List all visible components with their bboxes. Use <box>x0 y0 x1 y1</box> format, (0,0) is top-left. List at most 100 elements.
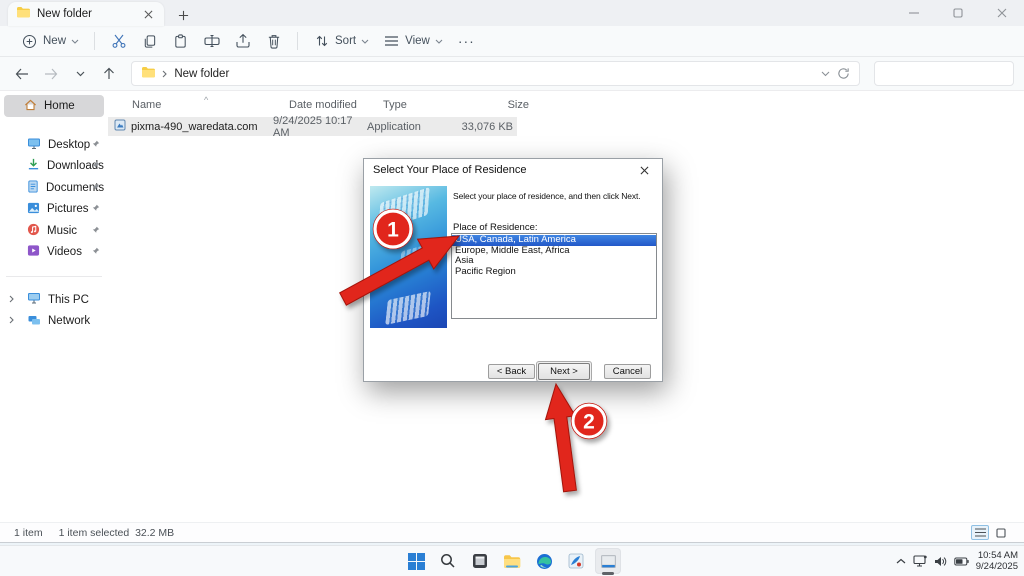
column-header-type[interactable]: Type <box>383 99 473 111</box>
dialog-title-bar[interactable]: Select Your Place of Residence <box>364 159 662 181</box>
details-view-icon[interactable] <box>971 525 989 540</box>
new-button-label: New <box>43 35 66 47</box>
taskbar: 10:54 AM 9/24/2025 <box>0 545 1024 576</box>
breadcrumb-chevron-icon <box>162 65 167 83</box>
share-icon <box>234 33 251 50</box>
sidebar-item-label: This PC <box>48 294 89 306</box>
network-icon <box>27 314 41 329</box>
pin-icon <box>92 246 100 258</box>
next-button[interactable]: Next > <box>538 363 590 380</box>
view-button[interactable]: View <box>376 29 450 54</box>
chevron-right-icon[interactable] <box>9 294 14 306</box>
sidebar-item-pictures[interactable]: Pictures <box>0 199 108 221</box>
sidebar-item-label: Pictures <box>47 203 89 215</box>
volume-icon[interactable] <box>934 556 947 567</box>
tab-close-icon[interactable] <box>140 6 156 22</box>
scissors-icon <box>110 33 127 50</box>
plus-circle-icon <box>21 33 38 50</box>
battery-icon[interactable] <box>954 557 969 566</box>
taskbar-search-icon[interactable] <box>435 548 461 574</box>
minimize-icon[interactable] <box>892 0 936 26</box>
breadcrumb[interactable]: New folder <box>174 68 814 80</box>
clock-date: 9/24/2025 <box>976 561 1018 572</box>
large-icons-view-icon[interactable] <box>992 525 1010 540</box>
table-row[interactable]: pixma-490_waredata.com 9/24/2025 10:17 A… <box>108 117 517 136</box>
network-tray-icon[interactable] <box>913 555 927 567</box>
rename-button[interactable] <box>196 29 227 54</box>
sidebar-item-videos[interactable]: Videos <box>0 242 108 264</box>
view-button-label: View <box>405 35 430 47</box>
sidebar-item-documents[interactable]: Documents <box>0 177 108 199</box>
taskbar-center-icons <box>403 548 621 574</box>
sidebar-item-this-pc[interactable]: This PC <box>0 289 108 311</box>
residence-listbox[interactable]: USA, Canada, Latin America Europe, Middl… <box>451 233 657 319</box>
copy-button[interactable] <box>134 29 165 54</box>
home-icon <box>24 99 37 114</box>
taskbar-clock[interactable]: 10:54 AM 9/24/2025 <box>976 550 1018 572</box>
sidebar-item-desktop[interactable]: Desktop <box>0 134 108 156</box>
list-item[interactable]: USA, Canada, Latin America <box>452 235 656 246</box>
system-tray: 10:54 AM 9/24/2025 <box>896 550 1018 572</box>
sidebar-pinned-list: Desktop Downloads Documents Pictures <box>0 134 108 263</box>
documents-icon <box>27 180 39 196</box>
taskbar-file-explorer-icon[interactable] <box>499 548 525 574</box>
forward-icon[interactable] <box>39 61 64 87</box>
sidebar-item-downloads[interactable]: Downloads <box>0 156 108 178</box>
windows-start-icon[interactable] <box>403 548 429 574</box>
sidebar-item-label: Music <box>47 225 77 237</box>
sidebar-item-label: Network <box>48 315 90 327</box>
column-header-date-modified[interactable]: Date modified <box>289 99 383 111</box>
sidebar-item-home[interactable]: Home <box>4 95 104 117</box>
sort-button[interactable]: Sort <box>306 29 376 54</box>
address-dropdown-chevron-icon[interactable] <box>821 71 830 77</box>
column-header-size[interactable]: Size <box>473 99 529 111</box>
clock-time: 10:54 AM <box>976 550 1018 561</box>
back-button[interactable]: < Back <box>488 364 535 379</box>
sidebar-item-label: Desktop <box>48 139 90 151</box>
maximize-icon[interactable] <box>936 0 980 26</box>
taskbar-app-icon[interactable] <box>467 548 493 574</box>
explorer-tab[interactable]: New folder <box>8 2 164 26</box>
taskbar-canon-setup-icon[interactable] <box>563 548 589 574</box>
chevron-down-icon <box>361 35 369 47</box>
file-date-cell: 9/24/2025 10:17 AM <box>273 115 367 139</box>
search-box[interactable] <box>874 61 1014 86</box>
sidebar-item-label: Home <box>44 100 75 112</box>
up-icon[interactable] <box>96 61 121 87</box>
recent-locations-chevron-icon[interactable] <box>68 61 93 87</box>
close-icon[interactable] <box>980 0 1024 26</box>
list-item[interactable]: Pacific Region <box>452 267 656 278</box>
column-header-name[interactable]: Name^ <box>132 99 289 111</box>
list-item[interactable]: Europe, Middle East, Africa <box>452 246 656 257</box>
taskbar-edge-icon[interactable] <box>531 548 557 574</box>
file-size-cell: 33,076 KB <box>457 121 513 133</box>
pin-icon <box>92 203 100 215</box>
taskbar-active-window-icon[interactable] <box>595 548 621 574</box>
address-bar[interactable]: New folder <box>131 61 860 86</box>
paste-button[interactable] <box>165 29 196 54</box>
folder-icon <box>16 5 30 23</box>
delete-button[interactable] <box>258 29 289 54</box>
new-button[interactable]: New <box>14 29 86 54</box>
cancel-button[interactable]: Cancel <box>604 364 651 379</box>
tab-bar: New folder <box>0 0 1024 26</box>
chevron-right-icon[interactable] <box>9 315 14 327</box>
command-toolbar: New Sort View ··· <box>0 26 1024 57</box>
dialog-close-icon[interactable] <box>635 162 653 178</box>
pin-icon <box>92 139 100 151</box>
new-tab-button[interactable] <box>172 4 194 26</box>
next-button-focus-ring: Next > <box>536 361 592 381</box>
this-pc-icon <box>27 292 41 307</box>
application-file-icon <box>114 119 126 134</box>
back-icon[interactable] <box>10 61 35 87</box>
search-input[interactable] <box>883 68 1024 80</box>
cut-button[interactable] <box>103 29 134 54</box>
share-button[interactable] <box>227 29 258 54</box>
sidebar-item-music[interactable]: Music <box>0 220 108 242</box>
selection-summary: 1 item selected 32.2 MB <box>59 527 175 539</box>
more-options-button[interactable]: ··· <box>450 31 483 51</box>
sidebar-item-network[interactable]: Network <box>0 311 108 333</box>
tray-chevron-up-icon[interactable] <box>896 558 906 564</box>
refresh-icon[interactable] <box>837 67 850 80</box>
list-item[interactable]: Asia <box>452 256 656 267</box>
